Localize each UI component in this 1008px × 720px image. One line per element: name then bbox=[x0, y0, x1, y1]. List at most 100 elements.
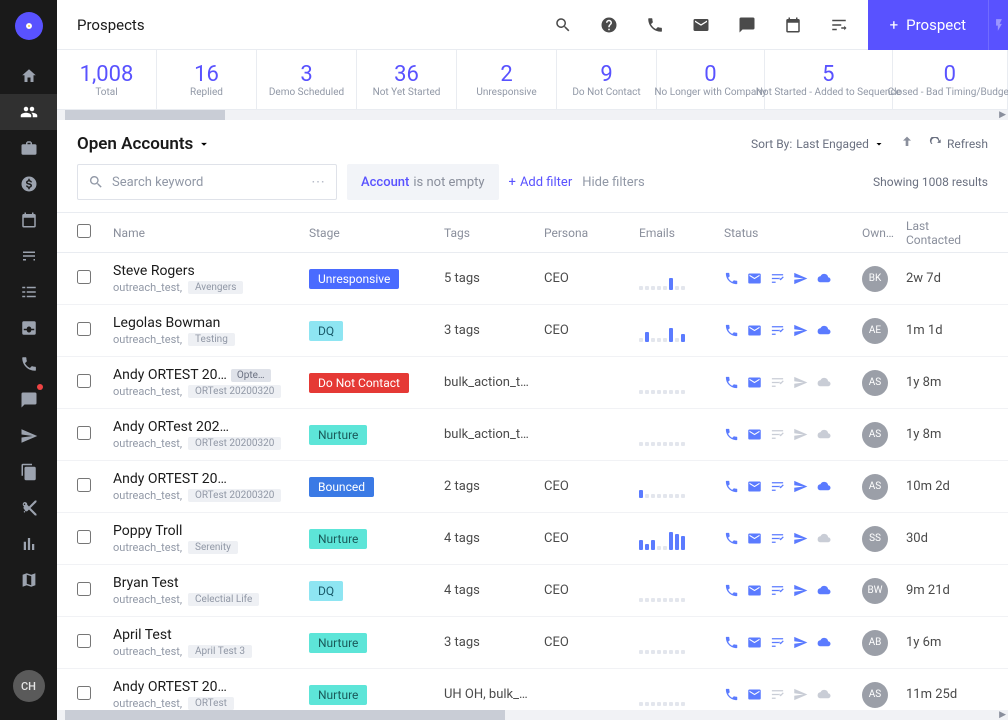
nav-sliders[interactable] bbox=[0, 238, 57, 274]
cloud-icon[interactable] bbox=[816, 531, 831, 546]
task-icon[interactable] bbox=[770, 479, 785, 494]
table-row[interactable]: Steve Rogers outreach_test,Avengers Unre… bbox=[57, 253, 1008, 305]
nav-people[interactable] bbox=[0, 94, 57, 130]
stage-badge[interactable]: Unresponsive bbox=[309, 269, 399, 289]
account-pill[interactable]: ORTest 20200320 bbox=[188, 385, 281, 398]
row-checkbox[interactable] bbox=[77, 270, 91, 284]
tags-text[interactable]: bulk_action_tag bbox=[444, 427, 534, 442]
table-row[interactable]: Bryan Test outreach_test,Celectial Life … bbox=[57, 565, 1008, 617]
task-icon[interactable] bbox=[770, 583, 785, 598]
stage-badge[interactable]: DQ bbox=[309, 581, 343, 601]
phone-icon[interactable] bbox=[724, 635, 739, 650]
col-emails[interactable]: Emails bbox=[639, 226, 724, 240]
row-checkbox[interactable] bbox=[77, 530, 91, 544]
table-row[interactable]: Andy ORTest 20200327 outreach_test,ORTes… bbox=[57, 409, 1008, 461]
tags-text[interactable]: 4 tags bbox=[444, 531, 534, 546]
owner-avatar[interactable]: AB bbox=[862, 630, 888, 656]
owner-avatar[interactable]: BK bbox=[862, 266, 888, 292]
email-icon[interactable] bbox=[747, 375, 762, 390]
tasks-icon[interactable] bbox=[830, 16, 848, 34]
nav-briefcase[interactable] bbox=[0, 130, 57, 166]
email-icon[interactable] bbox=[747, 271, 762, 286]
bolt-button[interactable] bbox=[988, 0, 1008, 50]
sort-by[interactable]: Sort By: Last Engaged bbox=[751, 137, 885, 151]
email-icon[interactable] bbox=[692, 16, 710, 34]
stats-scrollbar[interactable]: ▶ bbox=[57, 110, 1008, 120]
col-owner[interactable]: Own… bbox=[862, 226, 906, 240]
send-icon[interactable] bbox=[793, 687, 808, 702]
row-checkbox[interactable] bbox=[77, 582, 91, 596]
account-pill[interactable]: Avengers bbox=[188, 281, 243, 294]
cloud-icon[interactable] bbox=[816, 479, 831, 494]
tags-text[interactable]: 5 tags bbox=[444, 271, 534, 286]
cloud-icon[interactable] bbox=[816, 583, 831, 598]
col-status[interactable]: Status bbox=[724, 226, 862, 240]
stat-card[interactable]: 2Unresponsive bbox=[457, 50, 557, 109]
nav-map[interactable] bbox=[0, 562, 57, 598]
account-pill[interactable]: Testing bbox=[188, 333, 235, 346]
help-icon[interactable] bbox=[600, 16, 618, 34]
account-pill[interactable]: Celectial Life bbox=[188, 593, 259, 606]
row-checkbox[interactable] bbox=[77, 426, 91, 440]
cloud-icon[interactable] bbox=[816, 635, 831, 650]
tags-text[interactable]: 4 tags bbox=[444, 583, 534, 598]
stage-badge[interactable]: Nurture bbox=[309, 685, 367, 705]
email-icon[interactable] bbox=[747, 323, 762, 338]
prospect-name[interactable]: Andy ORTEST 20200331A bbox=[113, 471, 233, 487]
stage-badge[interactable]: Nurture bbox=[309, 529, 367, 549]
stat-card[interactable]: 0Closed - Bad Timing/Budget bbox=[893, 50, 1008, 109]
cloud-icon[interactable] bbox=[816, 271, 831, 286]
phone-icon[interactable] bbox=[724, 687, 739, 702]
task-icon[interactable] bbox=[770, 427, 785, 442]
stage-badge[interactable]: DQ bbox=[309, 321, 343, 341]
owner-avatar[interactable]: AS bbox=[862, 682, 888, 708]
prospect-name[interactable]: Legolas Bowman bbox=[113, 315, 220, 331]
email-icon[interactable] bbox=[747, 583, 762, 598]
nav-home[interactable] bbox=[0, 58, 57, 94]
add-prospect-button[interactable]: + Prospect bbox=[868, 0, 988, 50]
task-icon[interactable] bbox=[770, 531, 785, 546]
hide-filters-button[interactable]: Hide filters bbox=[582, 175, 645, 190]
row-checkbox[interactable] bbox=[77, 322, 91, 336]
cloud-icon[interactable] bbox=[816, 687, 831, 702]
table-scrollbar[interactable]: ▶ bbox=[57, 710, 1008, 720]
task-icon[interactable] bbox=[770, 635, 785, 650]
stage-badge[interactable]: Nurture bbox=[309, 425, 367, 445]
cloud-icon[interactable] bbox=[816, 375, 831, 390]
row-checkbox[interactable] bbox=[77, 478, 91, 492]
prospect-name[interactable]: April Test bbox=[113, 627, 172, 643]
stat-card[interactable]: 0No Longer with Company bbox=[657, 50, 765, 109]
search-input[interactable] bbox=[112, 175, 303, 190]
tags-text[interactable]: 2 tags bbox=[444, 479, 534, 494]
prospect-name[interactable]: Andy ORTEST 20200327B bbox=[113, 679, 233, 695]
row-checkbox[interactable] bbox=[77, 634, 91, 648]
email-icon[interactable] bbox=[747, 687, 762, 702]
chat-icon[interactable] bbox=[738, 16, 756, 34]
search-icon[interactable] bbox=[554, 16, 572, 34]
email-icon[interactable] bbox=[747, 635, 762, 650]
owner-avatar[interactable]: AS bbox=[862, 370, 888, 396]
nav-chart[interactable] bbox=[0, 526, 57, 562]
phone-icon[interactable] bbox=[646, 16, 664, 34]
phone-icon[interactable] bbox=[724, 583, 739, 598]
col-last[interactable]: Last Contacted bbox=[906, 219, 986, 247]
account-pill[interactable]: ORTest bbox=[188, 697, 234, 710]
task-icon[interactable] bbox=[770, 271, 785, 286]
send-icon[interactable] bbox=[793, 479, 808, 494]
nav-dollar[interactable] bbox=[0, 166, 57, 202]
table-row[interactable]: Andy ORTEST 20200327B outreach_test,ORTe… bbox=[57, 669, 1008, 710]
send-icon[interactable] bbox=[793, 583, 808, 598]
nav-calendar[interactable] bbox=[0, 202, 57, 238]
table-row[interactable]: Poppy Troll outreach_test,Serenity Nurtu… bbox=[57, 513, 1008, 565]
email-icon[interactable] bbox=[747, 479, 762, 494]
nav-cut[interactable] bbox=[0, 490, 57, 526]
task-icon[interactable] bbox=[770, 323, 785, 338]
owner-avatar[interactable]: AE bbox=[862, 318, 888, 344]
nav-list[interactable] bbox=[0, 274, 57, 310]
sort-direction-icon[interactable] bbox=[899, 134, 915, 154]
stage-badge[interactable]: Nurture bbox=[309, 633, 367, 653]
task-icon[interactable] bbox=[770, 375, 785, 390]
send-icon[interactable] bbox=[793, 531, 808, 546]
stat-card[interactable]: 1,008Total bbox=[57, 50, 157, 109]
add-filter-button[interactable]: +Add filter bbox=[509, 175, 573, 190]
